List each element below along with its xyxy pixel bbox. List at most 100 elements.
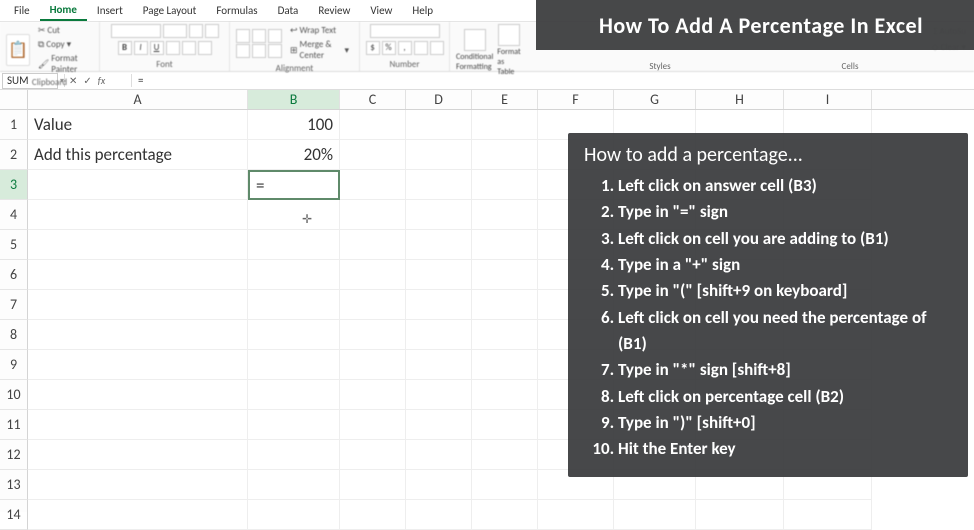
increase-font-button[interactable] <box>189 24 203 38</box>
merge-center-button[interactable]: ⊞ Merge & Center ▾ <box>286 38 353 62</box>
cell-g14[interactable] <box>614 500 696 530</box>
row-header-13[interactable]: 13 <box>0 470 28 500</box>
cell-e11[interactable] <box>472 410 538 440</box>
cell-d14[interactable] <box>406 500 472 530</box>
cell-h14[interactable] <box>696 500 784 530</box>
cell-d12[interactable] <box>406 440 472 470</box>
decrease-decimal-button[interactable] <box>430 41 444 55</box>
row-header-7[interactable]: 7 <box>0 290 28 320</box>
cell-d10[interactable] <box>406 380 472 410</box>
align-top-button[interactable] <box>236 29 250 43</box>
cell-a2[interactable]: Add this percentage <box>28 140 248 170</box>
cell-c13[interactable] <box>340 470 406 500</box>
fx-icon[interactable]: fx <box>98 74 105 87</box>
col-header-a[interactable]: A <box>28 90 248 109</box>
cell-b12[interactable] <box>248 440 340 470</box>
cell-e7[interactable] <box>472 290 538 320</box>
font-color-button[interactable] <box>198 41 212 55</box>
menu-home[interactable]: Home <box>40 0 87 21</box>
cell-d4[interactable] <box>406 200 472 230</box>
menu-view[interactable]: View <box>360 1 402 20</box>
cell-c2[interactable] <box>340 140 406 170</box>
align-left-button[interactable] <box>236 44 250 58</box>
col-header-g[interactable]: G <box>614 90 696 109</box>
cell-i14[interactable] <box>784 500 872 530</box>
menu-review[interactable]: Review <box>308 1 360 20</box>
cell-b3[interactable]: = <box>248 170 340 200</box>
cell-d7[interactable] <box>406 290 472 320</box>
row-header-8[interactable]: 8 <box>0 320 28 350</box>
formula-input[interactable]: = <box>132 74 974 87</box>
cell-b13[interactable] <box>248 470 340 500</box>
cell-d9[interactable] <box>406 350 472 380</box>
cell-c9[interactable] <box>340 350 406 380</box>
cell-e13[interactable] <box>472 470 538 500</box>
row-header-5[interactable]: 5 <box>0 230 28 260</box>
row-header-6[interactable]: 6 <box>0 260 28 290</box>
cell-a10[interactable] <box>28 380 248 410</box>
font-name-select[interactable] <box>111 24 161 38</box>
cell-a14[interactable] <box>28 500 248 530</box>
cell-d8[interactable] <box>406 320 472 350</box>
cell-c4[interactable] <box>340 200 406 230</box>
cell-b7[interactable] <box>248 290 340 320</box>
menu-formulas[interactable]: Formulas <box>206 1 267 20</box>
align-center-button[interactable] <box>252 44 266 58</box>
fill-color-button[interactable] <box>182 41 196 55</box>
cell-d3[interactable] <box>406 170 472 200</box>
cell-a11[interactable] <box>28 410 248 440</box>
col-header-e[interactable]: E <box>472 90 538 109</box>
cell-b4[interactable] <box>248 200 340 230</box>
menu-page-layout[interactable]: Page Layout <box>133 1 207 20</box>
cell-c8[interactable] <box>340 320 406 350</box>
number-format-select[interactable] <box>370 24 440 38</box>
increase-decimal-button[interactable] <box>414 41 428 55</box>
cell-d13[interactable] <box>406 470 472 500</box>
row-header-9[interactable]: 9 <box>0 350 28 380</box>
col-header-i[interactable]: I <box>784 90 872 109</box>
currency-button[interactable]: $ <box>366 41 380 55</box>
cell-e9[interactable] <box>472 350 538 380</box>
cell-c12[interactable] <box>340 440 406 470</box>
cell-a7[interactable] <box>28 290 248 320</box>
cell-e10[interactable] <box>472 380 538 410</box>
cell-a9[interactable] <box>28 350 248 380</box>
comma-button[interactable]: , <box>398 41 412 55</box>
row-header-3[interactable]: 3 <box>0 170 28 200</box>
col-header-d[interactable]: D <box>406 90 472 109</box>
cell-b6[interactable] <box>248 260 340 290</box>
cell-c14[interactable] <box>340 500 406 530</box>
border-button[interactable] <box>166 41 180 55</box>
select-all-corner[interactable] <box>0 90 28 110</box>
conditional-formatting-button[interactable] <box>464 29 486 51</box>
cell-b14[interactable] <box>248 500 340 530</box>
cell-f14[interactable] <box>538 500 614 530</box>
cell-a4[interactable] <box>28 200 248 230</box>
cell-b8[interactable] <box>248 320 340 350</box>
cell-d6[interactable] <box>406 260 472 290</box>
percent-button[interactable]: % <box>382 41 396 55</box>
underline-button[interactable]: U <box>150 41 164 55</box>
cell-d11[interactable] <box>406 410 472 440</box>
cell-e14[interactable] <box>472 500 538 530</box>
cell-c3[interactable] <box>340 170 406 200</box>
cell-e2[interactable] <box>472 140 538 170</box>
col-header-b[interactable]: B <box>248 90 340 109</box>
cell-b11[interactable] <box>248 410 340 440</box>
cell-a8[interactable] <box>28 320 248 350</box>
cell-d5[interactable] <box>406 230 472 260</box>
cell-e5[interactable] <box>472 230 538 260</box>
italic-button[interactable]: I <box>134 41 148 55</box>
col-header-h[interactable]: H <box>696 90 784 109</box>
cell-d2[interactable] <box>406 140 472 170</box>
menu-insert[interactable]: Insert <box>87 1 133 20</box>
cell-a1[interactable]: Value <box>28 110 248 140</box>
cell-c6[interactable] <box>340 260 406 290</box>
cut-button[interactable]: ✂ Cut <box>34 24 93 37</box>
cell-d1[interactable] <box>406 110 472 140</box>
format-painter-button[interactable]: 🖌 Format Painter <box>34 52 93 76</box>
decrease-font-button[interactable] <box>205 24 219 38</box>
cell-b1[interactable]: 100 <box>248 110 340 140</box>
cell-a3[interactable] <box>28 170 248 200</box>
cell-e1[interactable] <box>472 110 538 140</box>
